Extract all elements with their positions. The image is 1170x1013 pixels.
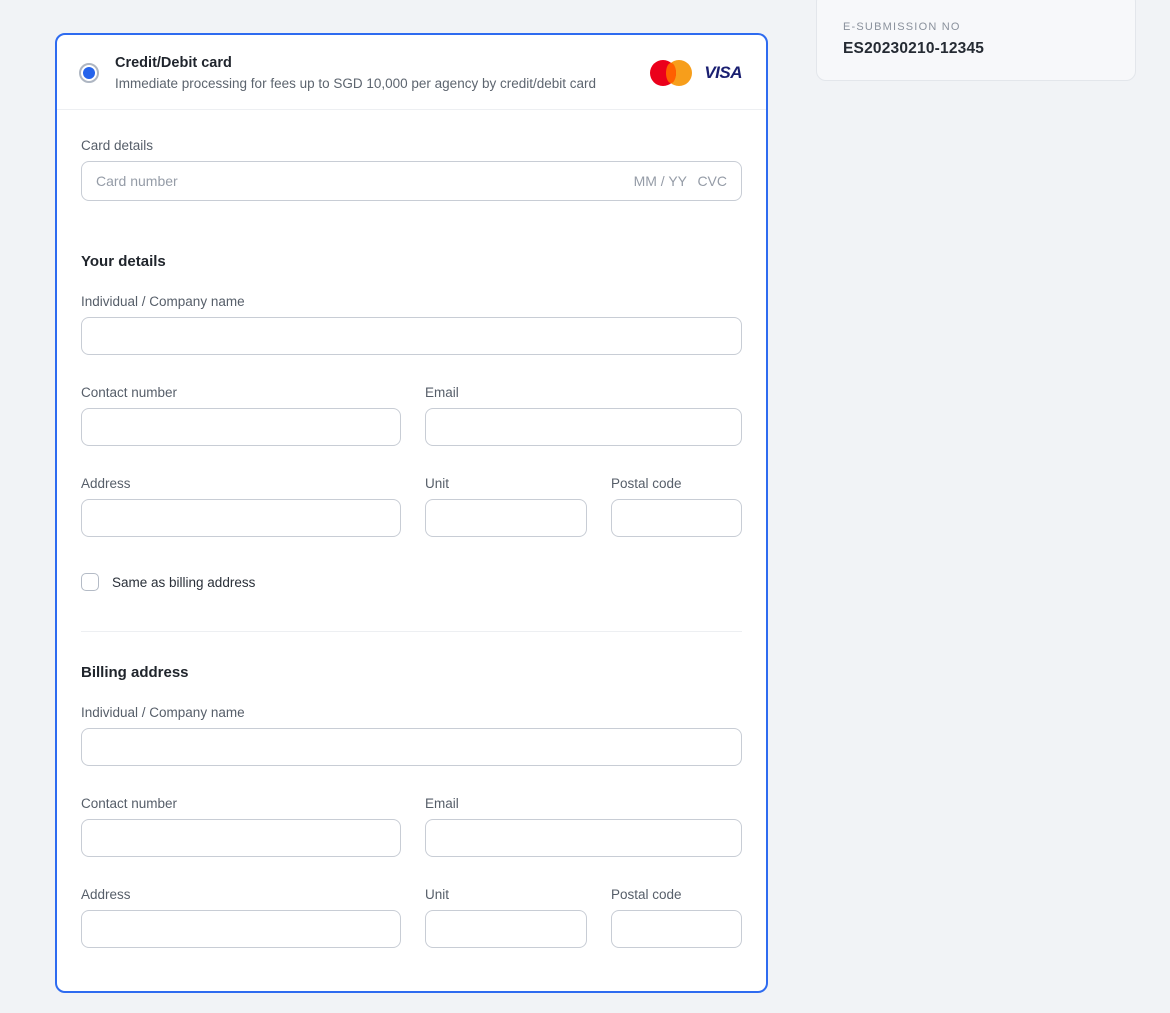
same-as-billing-label: Same as billing address [112, 575, 255, 590]
your-unit-input[interactable] [425, 499, 587, 537]
postal-label: Postal code [611, 476, 742, 491]
billing-contact-row: Contact number Email [81, 796, 742, 857]
billing-contact-label: Contact number [81, 796, 401, 811]
postal-field: Postal code [611, 476, 742, 537]
address-label: Address [81, 476, 401, 491]
card-details-label: Card details [81, 138, 742, 153]
billing-unit-input[interactable] [425, 910, 587, 948]
your-details-name-field: Individual / Company name [81, 294, 742, 355]
billing-unit-label: Unit [425, 887, 587, 902]
billing-contact-input[interactable] [81, 819, 401, 857]
radio-selected-icon [83, 67, 95, 79]
billing-email-field: Email [425, 796, 742, 857]
card-cvc-input[interactable] [687, 162, 727, 200]
billing-email-label: Email [425, 796, 742, 811]
your-contact-input[interactable] [81, 408, 401, 446]
card-details-input-group [81, 161, 742, 201]
payment-method-title: Credit/Debit card [115, 55, 634, 71]
billing-address-section: Billing address Individual / Company nam… [81, 664, 742, 948]
email-field: Email [425, 385, 742, 446]
your-details-contact-row: Contact number Email [81, 385, 742, 446]
payment-form-body: Card details Your details Individual / C… [57, 110, 766, 978]
billing-address-heading: Billing address [81, 664, 742, 681]
payment-method-text: Credit/Debit card Immediate processing f… [115, 55, 634, 91]
mastercard-icon [650, 60, 692, 86]
billing-name-input[interactable] [81, 728, 742, 766]
name-label: Individual / Company name [81, 294, 742, 309]
visa-icon: VISA [704, 63, 742, 83]
card-details-group: Card details [81, 138, 742, 201]
same-as-billing-row[interactable]: Same as billing address [81, 573, 742, 591]
section-divider [81, 631, 742, 632]
billing-unit-field: Unit [425, 887, 587, 948]
billing-postal-field: Postal code [611, 887, 742, 948]
unit-label: Unit [425, 476, 587, 491]
credit-debit-radio[interactable] [79, 63, 99, 83]
contact-field: Contact number [81, 385, 401, 446]
same-as-billing-checkbox[interactable] [81, 573, 99, 591]
payment-page: Credit/Debit card Immediate processing f… [0, 0, 1170, 1013]
billing-name-label: Individual / Company name [81, 705, 742, 720]
card-expiry-input[interactable] [629, 162, 687, 200]
billing-postal-label: Postal code [611, 887, 742, 902]
address-field: Address [81, 476, 401, 537]
billing-address-label: Address [81, 887, 401, 902]
unit-field: Unit [425, 476, 587, 537]
payment-method-header: Credit/Debit card Immediate processing f… [57, 35, 766, 109]
email-label: Email [425, 385, 742, 400]
billing-address-field: Address [81, 887, 401, 948]
esubmission-panel: E-SUBMISSION NO ES20230210-12345 [816, 0, 1136, 81]
your-details-heading: Your details [81, 253, 742, 270]
your-postal-input[interactable] [611, 499, 742, 537]
esubmission-label: E-SUBMISSION NO [843, 21, 1109, 33]
card-number-input[interactable] [96, 162, 629, 200]
your-name-input[interactable] [81, 317, 742, 355]
credit-debit-card-panel: Credit/Debit card Immediate processing f… [55, 33, 768, 993]
card-brand-logos: VISA [650, 60, 742, 86]
billing-email-input[interactable] [425, 819, 742, 857]
esubmission-number: ES20230210-12345 [843, 40, 1109, 58]
contact-label: Contact number [81, 385, 401, 400]
your-details-section: Your details Individual / Company name C… [81, 253, 742, 591]
billing-address-input[interactable] [81, 910, 401, 948]
your-address-input[interactable] [81, 499, 401, 537]
billing-name-field: Individual / Company name [81, 705, 742, 766]
your-details-address-row: Address Unit Postal code [81, 476, 742, 537]
billing-postal-input[interactable] [611, 910, 742, 948]
your-email-input[interactable] [425, 408, 742, 446]
payment-method-description: Immediate processing for fees up to SGD … [115, 76, 634, 91]
billing-contact-field: Contact number [81, 796, 401, 857]
billing-address-row: Address Unit Postal code [81, 887, 742, 948]
